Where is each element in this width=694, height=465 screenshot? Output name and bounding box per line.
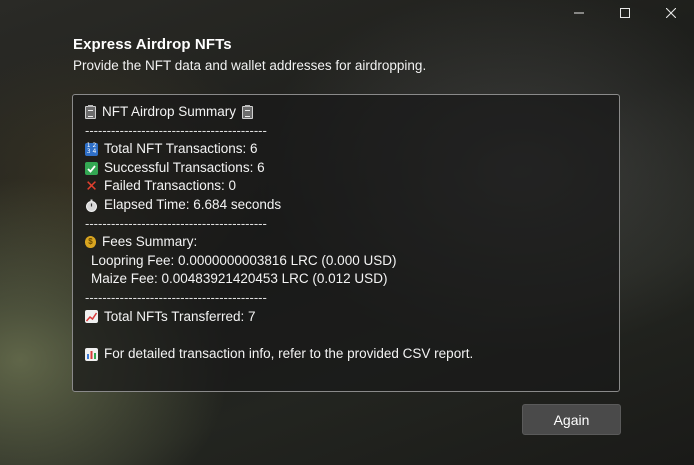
separator: ----------------------------------------…	[85, 289, 267, 305]
successful-transactions-text: Successful Transactions: 6	[104, 159, 265, 175]
elapsed-time-text: Elapsed Time: 6.684 seconds	[104, 196, 282, 212]
summary-heading-line: NFT Airdrop Summary	[85, 103, 607, 122]
fees-heading: Fees Summary:	[102, 234, 198, 250]
total-transferred-text: Total NFTs Transferred: 7	[104, 308, 256, 324]
minimize-button[interactable]	[556, 0, 602, 26]
close-button[interactable]	[648, 0, 694, 26]
fees-heading-line: $ Fees Summary:	[85, 233, 607, 252]
minimize-icon	[574, 12, 584, 14]
total-transactions-text: Total NFT Transactions: 6	[104, 141, 258, 157]
close-icon	[666, 8, 676, 18]
bar-chart-icon	[85, 347, 98, 361]
maximize-button[interactable]	[602, 0, 648, 26]
separator: ----------------------------------------…	[85, 215, 267, 231]
total-transactions-line: 1 23 4 Total NFT Transactions: 6	[85, 140, 607, 159]
input-numbers-icon: 1 23 4	[85, 142, 98, 156]
clipboard-icon	[242, 104, 254, 119]
csv-note-line: For detailed transaction info, refer to …	[85, 345, 607, 364]
again-button[interactable]: Again	[522, 404, 621, 435]
stopwatch-icon	[85, 199, 98, 212]
failed-transactions-text: Failed Transactions: 0	[104, 178, 237, 194]
elapsed-time-line: Elapsed Time: 6.684 seconds	[85, 196, 607, 215]
summary-output-box[interactable]: NFT Airdrop Summary --------------------…	[72, 94, 620, 392]
cross-mark-icon: ✕	[85, 177, 98, 196]
check-mark-icon	[85, 161, 98, 175]
money-bag-icon: $	[85, 236, 96, 249]
clipboard-icon	[85, 104, 96, 119]
summary-heading: NFT Airdrop Summary	[102, 104, 237, 119]
chart-increasing-icon	[85, 310, 98, 324]
maize-fee-line: Maize Fee: 0.00483921420453 LRC (0.012 U…	[91, 271, 388, 287]
loopring-fee-line: Loopring Fee: 0.0000000003816 LRC (0.000…	[91, 252, 397, 268]
dialog-header: Express Airdrop NFTs Provide the NFT dat…	[73, 36, 426, 73]
successful-transactions-line: Successful Transactions: 6	[85, 159, 607, 178]
dialog-subtitle: Provide the NFT data and wallet addresse…	[73, 58, 427, 73]
csv-note-text: For detailed transaction info, refer to …	[104, 345, 474, 361]
total-transferred-line: Total NFTs Transferred: 7	[85, 308, 607, 327]
window-controls	[556, 0, 694, 26]
maximize-icon	[620, 8, 630, 18]
separator: ----------------------------------------…	[85, 122, 267, 138]
dialog-title: Express Airdrop NFTs	[73, 36, 232, 53]
failed-transactions-line: ✕ Failed Transactions: 0	[85, 177, 607, 196]
